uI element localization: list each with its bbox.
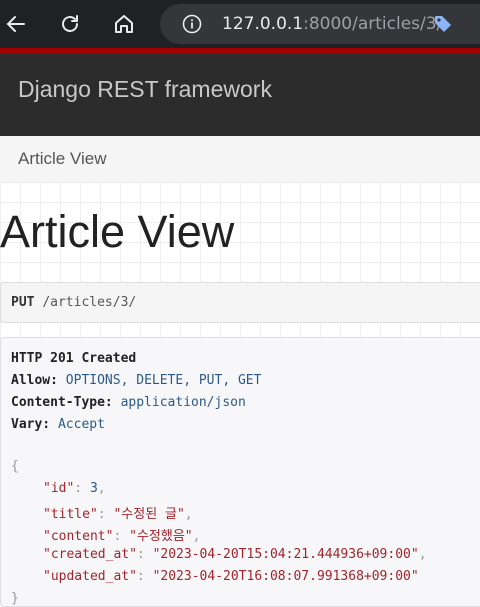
json-value: "2023-04-20T15:04:21.444936+09:00" [152,547,419,562]
home-button[interactable] [108,8,140,40]
header-value: application/json [120,395,246,410]
response-header: Vary: Accept [11,417,105,432]
status-text: HTTP 201 Created [11,351,137,366]
header-key: Allow: [11,373,58,388]
header-key: Content-Type: [11,395,113,410]
breadcrumb-item-current: Article View [18,149,107,168]
page-title: Article View [0,206,235,257]
header-value: Accept [57,417,105,432]
json-field: "updated_at": "2023-04-20T16:08:07.99136… [43,569,419,584]
url-text[interactable]: 127.0.0.1:8000/articles/3/ [222,14,442,34]
json-value: 3 [89,481,98,496]
price-tag-icon[interactable] [432,13,454,35]
json-close-brace: } [11,591,19,606]
request-path: /articles/3/ [42,295,137,310]
json-key: "created_at" [43,547,137,562]
header-value: OPTIONS, DELETE, PUT, GET [65,373,262,388]
response-info: HTTP 201 Created Allow: OPTIONS, DELETE,… [0,337,480,607]
json-value: "수정된 글" [113,507,185,522]
request-info: PUT /articles/3/ [0,282,480,323]
breadcrumb: Article View [0,136,480,183]
navbar: Django REST framework [0,48,480,136]
json-field: "content": "수정했음", [43,529,201,544]
response-status: HTTP 201 Created [11,351,136,366]
url-host: 127.0.0.1 [222,14,304,34]
address-bar[interactable]: 127.0.0.1:8000/articles/3/ [160,4,480,44]
response-header: Content-Type: application/json [11,395,246,410]
url-path: :8000/articles/3/ [303,14,443,34]
reload-icon [62,15,78,32]
back-arrow-icon [6,16,25,32]
json-field: "id": 3, [43,481,106,496]
json-key: "id" [43,481,75,496]
json-key: "updated_at" [43,569,137,584]
json-open-brace: { [11,459,19,474]
request-line: PUT /articles/3/ [11,295,136,310]
response-header: Allow: OPTIONS, DELETE, PUT, GET [11,373,261,388]
json-key: "title" [43,507,98,522]
back-button[interactable] [0,8,32,40]
home-icon [115,15,133,33]
info-icon[interactable] [182,14,202,34]
brand-link[interactable]: Django REST framework [18,76,272,103]
request-method: PUT [11,295,35,310]
json-value: "수정했음" [129,529,193,544]
json-field: "created_at": "2023-04-20T15:04:21.44493… [43,547,427,562]
header-key: Vary: [11,417,51,432]
browser-toolbar: 127.0.0.1:8000/articles/3/ [0,0,480,48]
reload-button[interactable] [54,8,86,40]
json-key: "content" [43,529,114,544]
json-field: "title": "수정된 글", [43,507,193,522]
json-value: "2023-04-20T16:08:07.991368+09:00" [152,569,419,584]
